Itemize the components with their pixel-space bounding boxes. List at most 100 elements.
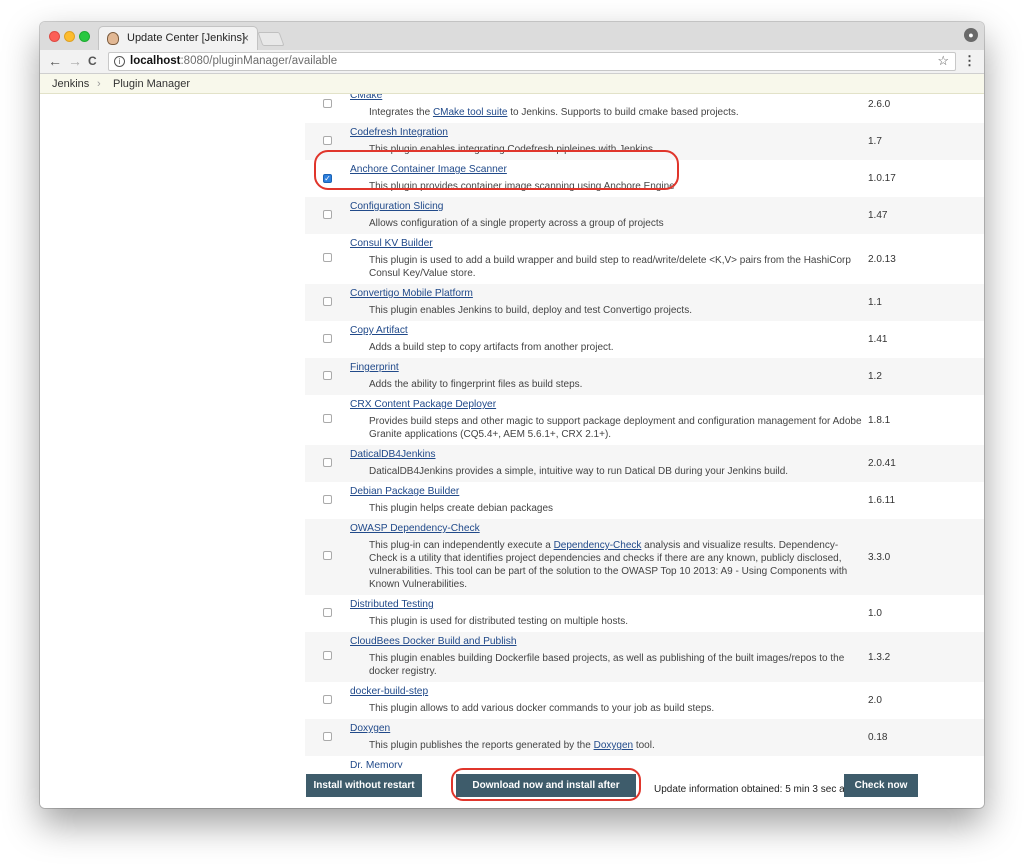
plugin-description: This plugin is used for distributed test… (350, 615, 863, 628)
breadcrumb-separator-icon: › (97, 78, 101, 90)
plugin-name-link[interactable]: docker-build-step (350, 685, 863, 698)
plugin-list-container[interactable]: CMake Integrates the CMake tool suite to … (305, 94, 984, 768)
plugin-name-link[interactable]: Debian Package Builder (350, 485, 863, 498)
plugin-name-link[interactable]: Convertigo Mobile Platform (350, 287, 863, 300)
plugin-checkbox-cell (305, 482, 350, 519)
plugin-install-checkbox[interactable] (323, 494, 332, 504)
plugin-install-checkbox[interactable] (323, 98, 332, 108)
plugin-name-link[interactable]: DaticalDB4Jenkins (350, 448, 863, 461)
plugin-name-link[interactable]: Distributed Testing (350, 598, 863, 611)
plugin-version: 1.3.2 (868, 651, 891, 663)
new-tab-button[interactable] (257, 32, 285, 46)
plugin-name-link[interactable]: OWASP Dependency-Check (350, 522, 863, 535)
forward-arrow-icon[interactable]: → (68, 53, 82, 69)
plugin-name-link[interactable]: Anchore Container Image Scanner (350, 163, 863, 176)
plugin-info-cell: Codefresh Integration This plugin enables… (350, 123, 863, 160)
plugin-install-checkbox[interactable] (323, 651, 332, 660)
tab-close-icon[interactable]: × (242, 31, 249, 45)
plugin-version: 1.8 (863, 756, 984, 768)
plugin-name-link[interactable]: CMake (350, 94, 863, 102)
plugin-version: 2.0.13 (868, 253, 896, 265)
close-window-button[interactable] (49, 31, 60, 42)
plugin-install-checkbox[interactable] (323, 209, 332, 219)
plugin-description-text: to Jenkins. Supports to build cmake base… (507, 107, 739, 118)
update-info-text: Update information obtained: 5 min 3 sec… (654, 784, 856, 795)
minimize-window-button[interactable] (64, 31, 75, 42)
plugin-install-checkbox[interactable] (323, 551, 332, 560)
plugin-install-checkbox[interactable] (323, 694, 332, 704)
plugin-description: DaticalDB4Jenkins provides a simple, int… (350, 465, 863, 478)
plugin-checkbox-cell (305, 197, 350, 234)
plugin-name-link[interactable]: Copy Artifact (350, 324, 863, 337)
jenkins-favicon-icon (107, 32, 119, 45)
plugin-checkbox-cell (305, 123, 350, 160)
plugin-row: CMake Integrates the CMake tool suite to … (305, 94, 984, 123)
breadcrumb-plugin-manager[interactable]: Plugin Manager (113, 78, 190, 90)
plugin-description-text: Adds the ability to fingerprint files as… (369, 379, 583, 390)
bookmark-star-icon[interactable]: ☆ (937, 53, 949, 69)
plugin-install-checkbox[interactable] (323, 135, 332, 145)
zoom-window-button[interactable] (79, 31, 90, 42)
install-without-restart-button[interactable]: Install without restart (306, 774, 422, 797)
tab-update-center[interactable]: Update Center [Jenkins] × (98, 26, 258, 50)
plugin-info-cell: OWASP Dependency-Check This plug-in can i… (350, 519, 863, 595)
plugin-description: Integrates the CMake tool suite to Jenki… (350, 106, 863, 119)
plugin-row: CloudBees Docker Build and Publish This p… (305, 632, 984, 682)
browser-menu-icon[interactable]: ⋮ (963, 53, 976, 69)
plugin-description-text: This plugin is used for distributed test… (369, 616, 629, 627)
plugin-name-link[interactable]: Configuration Slicing (350, 200, 863, 213)
plugin-row: Distributed Testing This plugin is used f… (305, 595, 984, 632)
plugin-install-checkbox[interactable] (323, 731, 332, 741)
plugin-description-link[interactable]: CMake tool suite (433, 107, 507, 118)
plugin-info-cell: Doxygen This plugin publishes the reports… (350, 719, 863, 756)
plugin-install-checkbox[interactable] (323, 296, 332, 306)
plugin-checkbox-cell (305, 358, 350, 395)
plugin-name-link[interactable]: Doxygen (350, 722, 863, 735)
plugin-version: 3.3.0 (868, 551, 891, 563)
plugin-info-cell: CMake Integrates the CMake tool suite to … (350, 94, 863, 123)
url-text: localhost:8080/pluginManager/available (130, 55, 337, 67)
plugin-description: Provides build steps and other magic to … (350, 415, 863, 441)
plugin-description: This plug-in can independently execute a… (350, 539, 863, 591)
plugin-install-checkbox[interactable] (323, 333, 332, 343)
plugin-description: This plugin allows to add various docker… (350, 702, 863, 715)
plugin-install-checkbox[interactable] (323, 253, 332, 262)
plugin-name-link[interactable]: CRX Content Package Deployer (350, 398, 863, 411)
plugin-info-cell: Configuration Slicing Allows configuratio… (350, 197, 863, 234)
back-arrow-icon[interactable]: ← (48, 53, 62, 69)
plugin-row: Debian Package Builder This plugin helps … (305, 482, 984, 519)
plugin-description: Adds the ability to fingerprint files as… (350, 378, 863, 391)
plugin-description-text: Adds a build step to copy artifacts from… (369, 342, 614, 353)
breadcrumb-jenkins[interactable]: Jenkins (52, 78, 89, 90)
check-now-button[interactable]: Check now (844, 774, 918, 797)
plugin-description-link[interactable]: Doxygen (594, 740, 633, 751)
plugin-install-checkbox[interactable] (323, 370, 332, 380)
plugin-name-link[interactable]: Fingerprint (350, 361, 863, 374)
plugin-description-text: tool. (633, 740, 655, 751)
plugin-install-checkbox[interactable] (323, 414, 332, 423)
reload-icon[interactable]: C (88, 53, 97, 69)
plugin-install-checkbox[interactable] (323, 457, 332, 467)
plugin-description-text: DaticalDB4Jenkins provides a simple, int… (369, 466, 789, 477)
plugin-description-text: This plugin publishes the reports genera… (369, 740, 594, 751)
plugin-row: docker-build-step This plugin allows to a… (305, 682, 984, 719)
plugin-name-link[interactable]: CloudBees Docker Build and Publish (350, 635, 863, 648)
profile-icon[interactable]: ● (964, 28, 978, 42)
plugin-info-cell: Anchore Container Image Scanner This plug… (350, 160, 863, 197)
plugin-checkbox-cell (305, 284, 350, 321)
plugin-row: Convertigo Mobile Platform This plugin en… (305, 284, 984, 321)
plugin-description: This plugin helps create debian packages (350, 502, 863, 515)
address-bar[interactable]: i localhost:8080/pluginManager/available… (108, 52, 956, 71)
plugin-version: 1.8.1 (868, 414, 891, 426)
plugin-install-checkbox[interactable] (323, 607, 332, 617)
plugin-row: DaticalDB4Jenkins DaticalDB4Jenkins provi… (305, 445, 984, 482)
plugin-name-link[interactable]: Consul KV Builder (350, 237, 863, 250)
plugin-version: 2.0.41 (868, 458, 896, 469)
download-and-install-button[interactable]: Download now and install after restart (456, 774, 636, 808)
plugin-name-link[interactable]: Dr. Memory (350, 759, 863, 768)
plugin-install-checkbox[interactable]: ✓ (323, 174, 332, 183)
plugin-description-link[interactable]: Dependency-Check (554, 540, 642, 551)
plugin-info-cell: Debian Package Builder This plugin helps … (350, 482, 863, 519)
plugin-name-link[interactable]: Codefresh Integration (350, 126, 863, 139)
info-icon[interactable]: i (114, 56, 125, 67)
